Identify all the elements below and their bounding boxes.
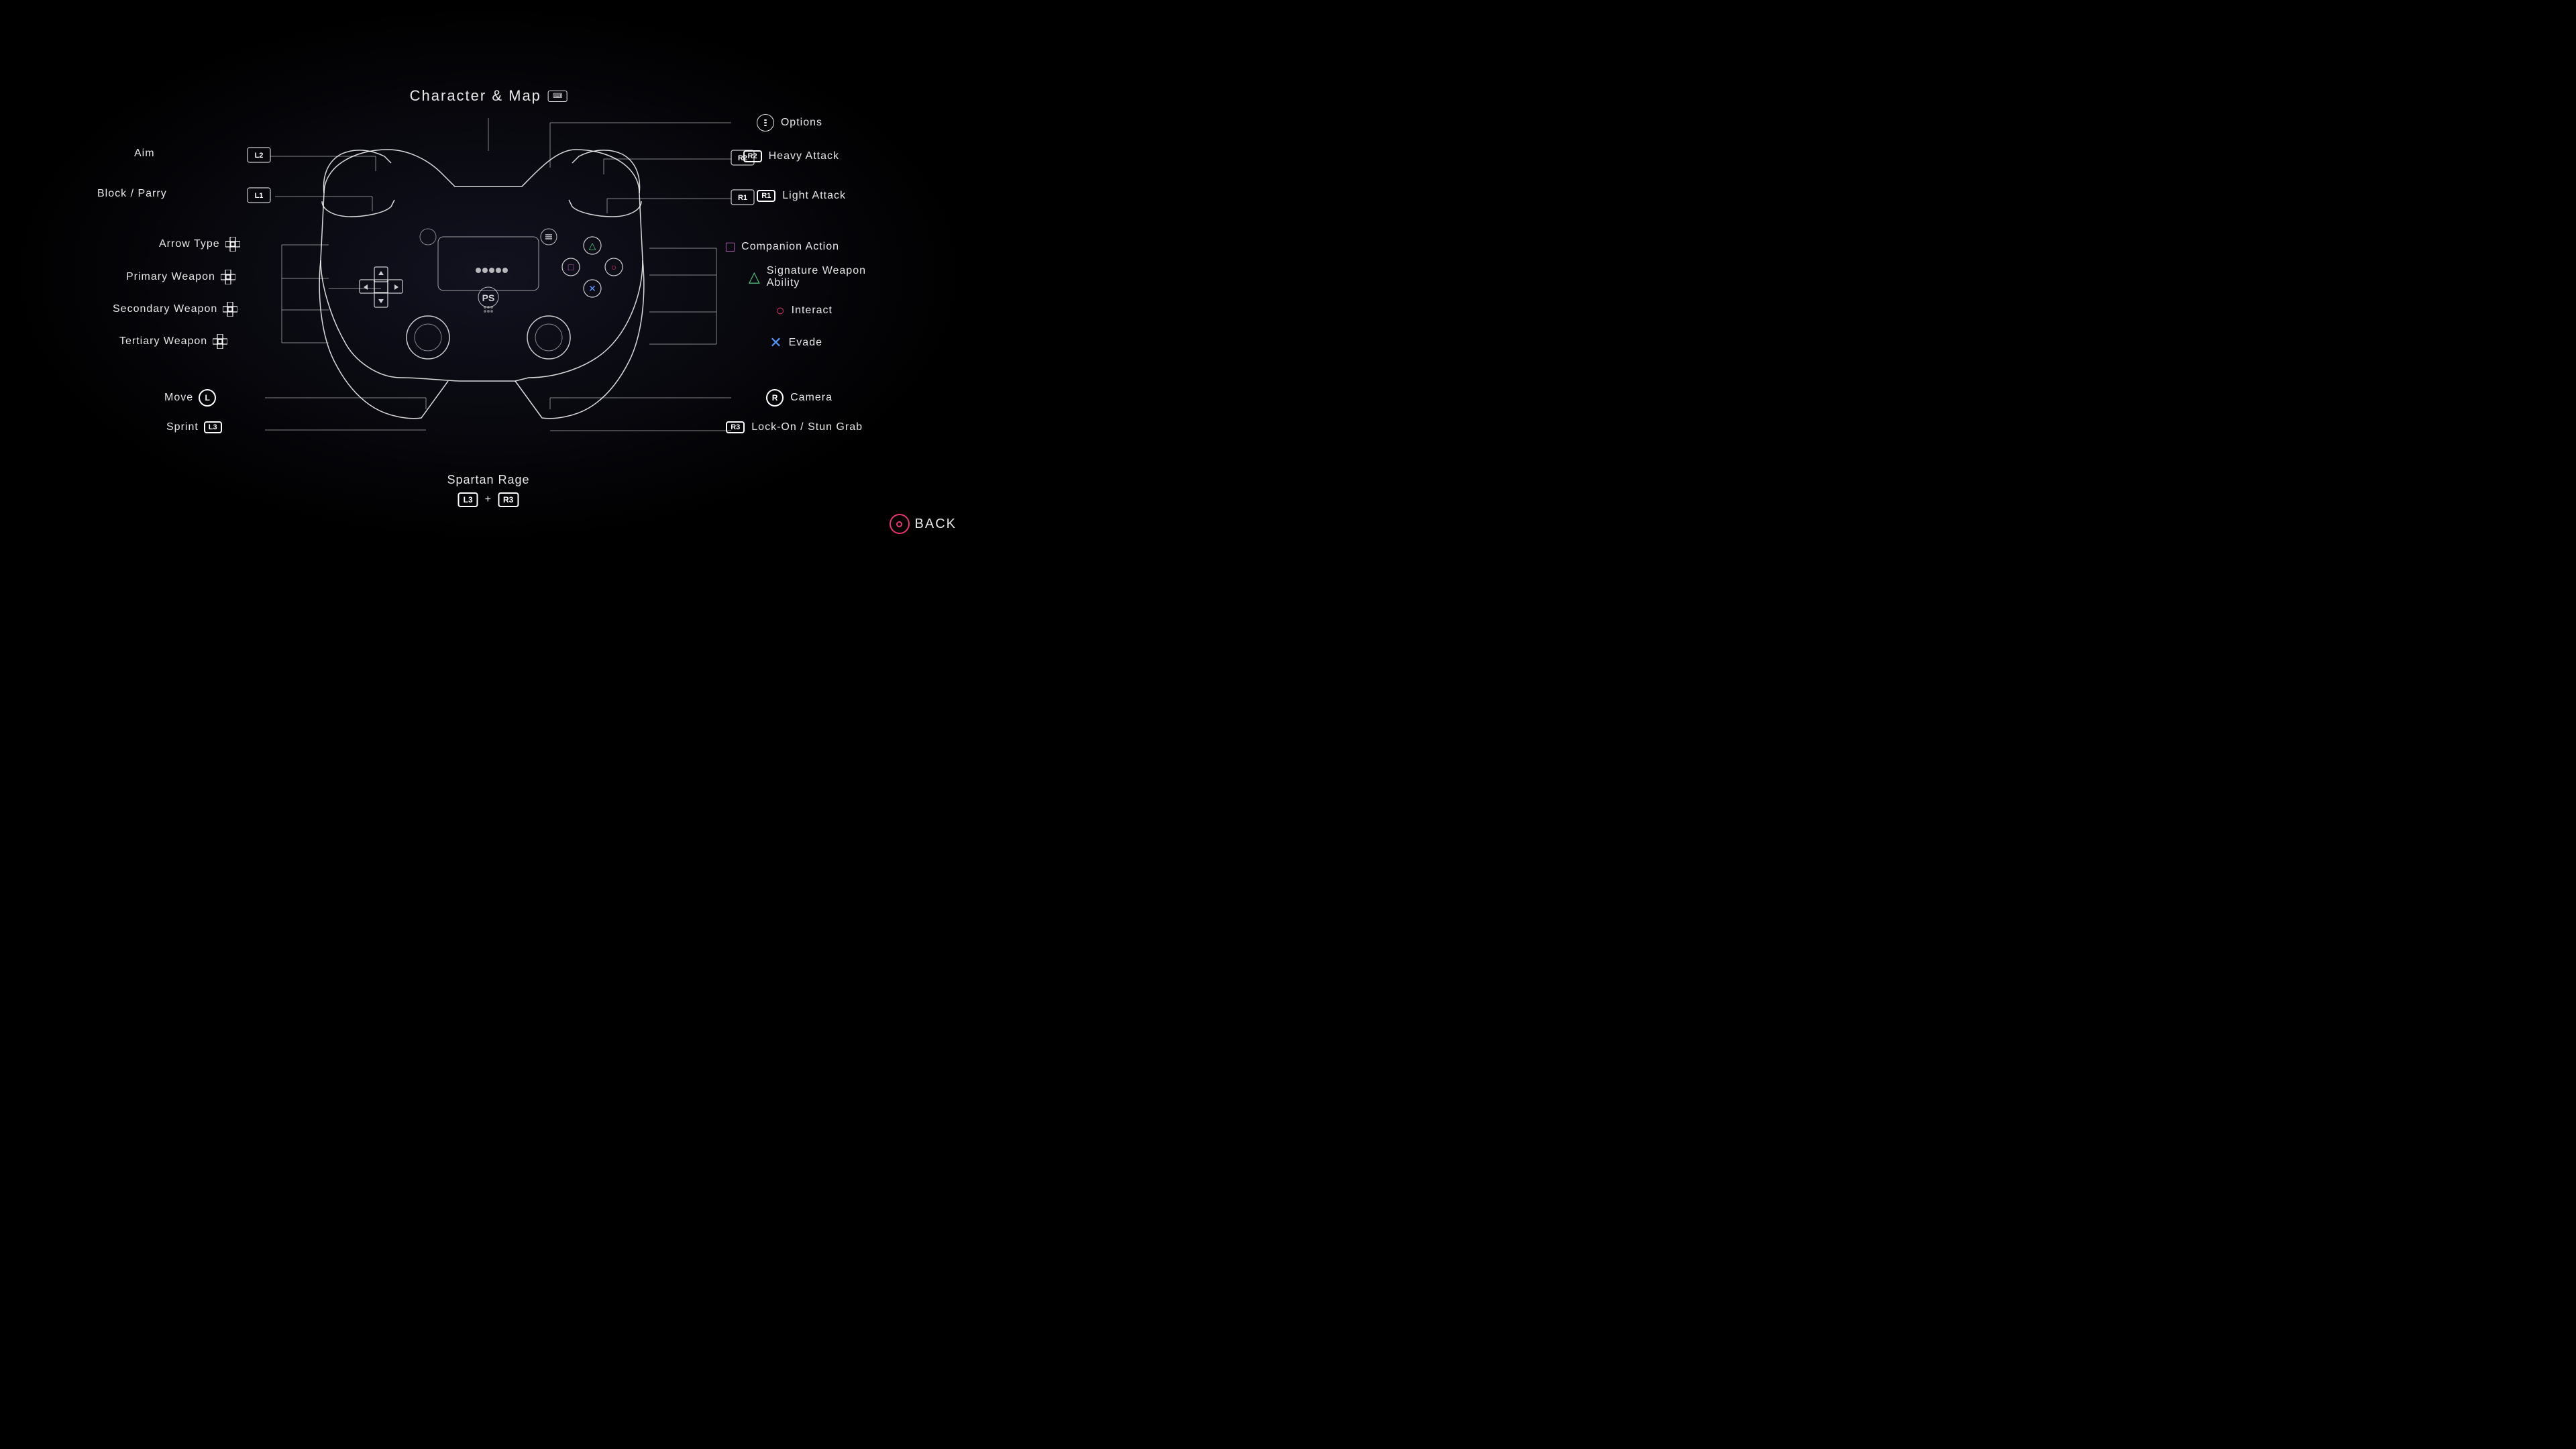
r-badge: R	[766, 389, 784, 407]
title-area: Character & Map ⌨	[410, 87, 568, 105]
lock-on-label: R3 Lock-On / Stun Grab	[726, 421, 863, 433]
cross-icon: ✕	[769, 335, 782, 350]
back-label: BACK	[915, 517, 957, 532]
svg-text:✕: ✕	[588, 283, 596, 294]
dpad-icon	[225, 237, 240, 252]
heavy-attack-label: R2 Heavy Attack	[743, 150, 839, 162]
sprint-label: Sprint L3	[166, 421, 222, 433]
signature-weapon-label: △ Signature WeaponAbility	[749, 265, 866, 289]
svg-text:R1: R1	[738, 194, 747, 202]
arrow-type-label: Arrow Type	[159, 237, 240, 252]
evade-label: ✕ Evade	[769, 335, 822, 350]
r3-badge: R3	[726, 421, 745, 433]
secondary-weapon-label: Secondary Weapon	[113, 302, 237, 317]
controller-illustration: PS	[319, 150, 644, 419]
plus-symbol: +	[485, 494, 491, 506]
page-title: Character & Map	[410, 87, 541, 105]
camera-label: R Camera	[766, 389, 833, 407]
primary-weapon-label: Primary Weapon	[126, 270, 235, 284]
back-circle-inner	[896, 521, 902, 527]
svg-text:L2: L2	[255, 152, 264, 160]
interact-label: ○ Interact	[775, 303, 833, 318]
circle-icon: ○	[775, 303, 784, 318]
light-attack-label: R1 Light Attack	[757, 190, 846, 202]
aim-label: Aim	[134, 148, 155, 160]
l-badge: L	[199, 389, 216, 407]
svg-text:△: △	[589, 240, 596, 251]
dpad-icon-4	[213, 334, 227, 349]
triangle-icon: △	[749, 270, 760, 284]
svg-text:○: ○	[611, 262, 616, 272]
spartan-rage-title: Spartan Rage	[447, 473, 529, 487]
tertiary-weapon-label: Tertiary Weapon	[119, 334, 227, 349]
options-icon	[757, 114, 774, 131]
diagram-container: PS	[0, 0, 977, 547]
dpad-icon-3	[223, 302, 237, 317]
svg-text:L1: L1	[255, 192, 264, 200]
companion-action-label: □ Companion Action	[726, 239, 839, 254]
move-label: Move L	[164, 389, 216, 407]
back-button[interactable]: BACK	[890, 514, 957, 534]
options-label: Options	[757, 114, 822, 131]
l3-badge: L3	[204, 421, 222, 433]
dpad-icon-2	[221, 270, 235, 284]
spartan-rage-area: Spartan Rage L3 + R3	[447, 473, 529, 507]
back-circle	[890, 514, 910, 534]
r3-combo-badge: R3	[498, 492, 519, 507]
svg-text:PS: PS	[482, 292, 495, 303]
r1-badge: R1	[757, 190, 775, 202]
block-parry-label: Block / Parry	[97, 188, 167, 200]
square-icon: □	[726, 239, 735, 254]
keyboard-icon: ⌨	[548, 91, 567, 102]
svg-text:□: □	[568, 262, 574, 272]
l3-combo-badge: L3	[458, 492, 478, 507]
spartan-rage-combo: L3 + R3	[458, 492, 519, 507]
r2-badge: R2	[743, 150, 762, 162]
